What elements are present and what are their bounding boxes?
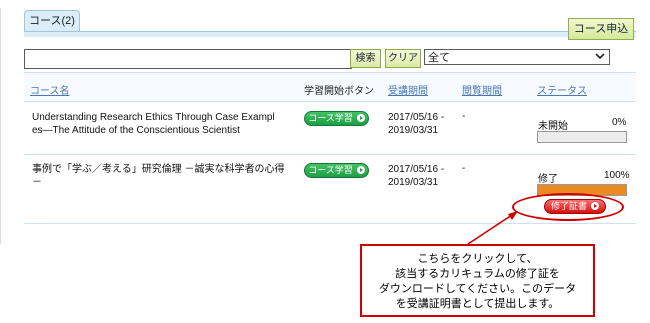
callout-line: を受講証明書として提出します。	[395, 298, 560, 310]
instruction-callout: こちらをクリックして、 該当するカリキュラムの修了証を ダウンロードしてください…	[360, 244, 595, 317]
callout-line: 該当するカリキュラムの修了証を	[395, 268, 560, 280]
callout-line: こちらをクリックして、	[417, 253, 538, 265]
callout-line: ダウンロードしてください。このデータ	[378, 283, 577, 295]
